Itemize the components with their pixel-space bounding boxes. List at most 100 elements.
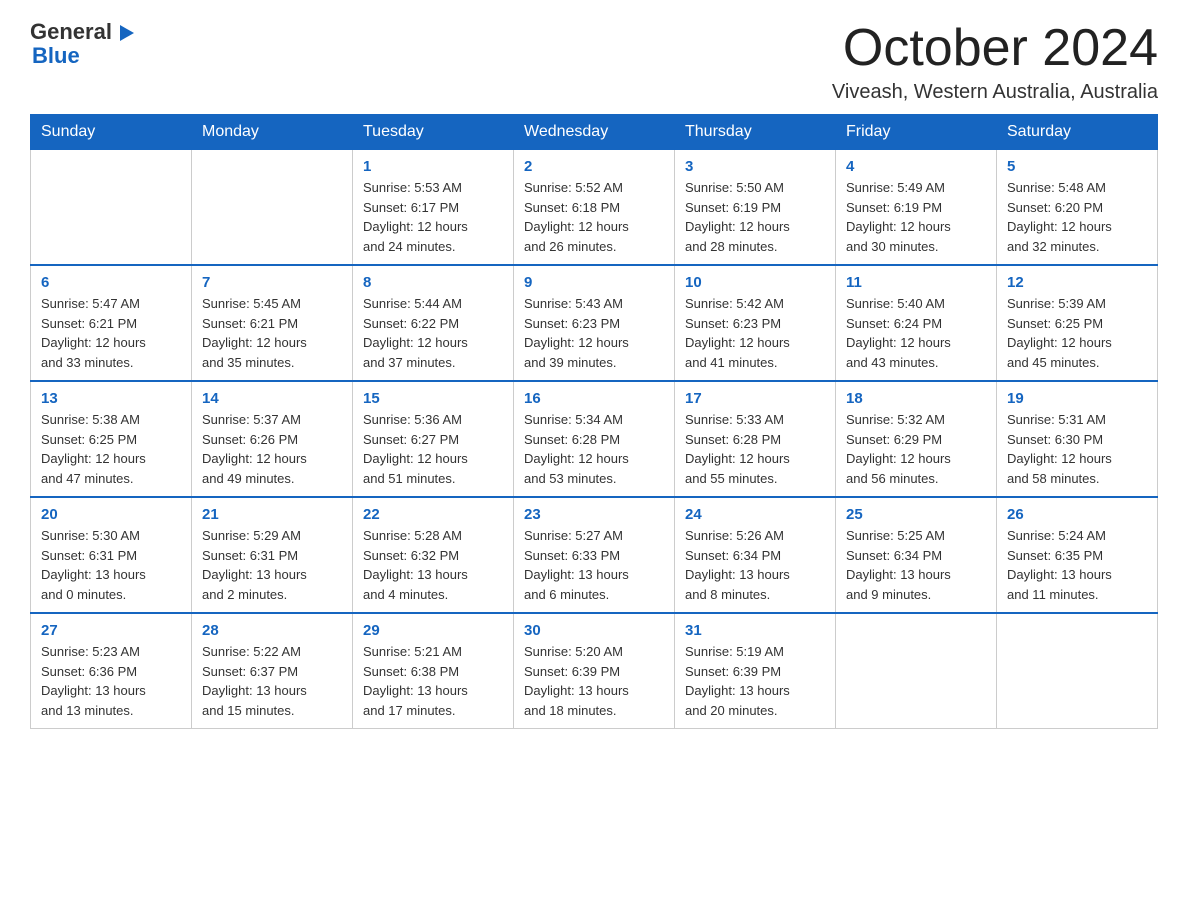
calendar-day-22: 22 Sunrise: 5:28 AMSunset: 6:32 PMDayligh… xyxy=(353,497,514,613)
page-title: October 2024 xyxy=(832,20,1158,77)
calendar-day-8: 8 Sunrise: 5:44 AMSunset: 6:22 PMDaylight… xyxy=(353,265,514,381)
calendar-day-empty xyxy=(31,150,192,266)
calendar-day-23: 23 Sunrise: 5:27 AMSunset: 6:33 PMDayligh… xyxy=(514,497,675,613)
calendar-day-11: 11 Sunrise: 5:40 AMSunset: 6:24 PMDayligh… xyxy=(836,265,997,381)
day-info: Sunrise: 5:37 AMSunset: 6:26 PMDaylight:… xyxy=(202,410,342,488)
calendar-header-row: SundayMondayTuesdayWednesdayThursdayFrid… xyxy=(31,115,1158,150)
calendar-day-18: 18 Sunrise: 5:32 AMSunset: 6:29 PMDayligh… xyxy=(836,381,997,497)
calendar-day-28: 28 Sunrise: 5:22 AMSunset: 6:37 PMDayligh… xyxy=(192,613,353,729)
logo: General Blue xyxy=(30,20,134,68)
calendar-week-row: 27 Sunrise: 5:23 AMSunset: 6:36 PMDayligh… xyxy=(31,613,1158,729)
title-block: October 2024 Viveash, Western Australia,… xyxy=(832,20,1158,104)
calendar-day-20: 20Sunrise: 5:30 AMSunset: 6:31 PMDayligh… xyxy=(31,497,192,613)
calendar-header-thursday: Thursday xyxy=(675,115,836,150)
day-number: 29 xyxy=(363,622,503,639)
day-number: 8 xyxy=(363,274,503,291)
logo-general: General xyxy=(30,20,134,44)
day-number: 18 xyxy=(846,390,986,407)
calendar-day-19: 19Sunrise: 5:31 AMSunset: 6:30 PMDayligh… xyxy=(997,381,1158,497)
day-number: 3 xyxy=(685,158,825,175)
calendar-day-empty xyxy=(997,613,1158,729)
calendar-day-30: 30 Sunrise: 5:20 AMSunset: 6:39 PMDayligh… xyxy=(514,613,675,729)
day-number: 25 xyxy=(846,506,986,523)
day-number: 7 xyxy=(202,274,342,291)
day-number: 1 xyxy=(363,158,503,175)
day-info: Sunrise: 5:38 AMSunset: 6:25 PMDaylight:… xyxy=(41,410,181,488)
calendar-day-6: 6 Sunrise: 5:47 AMSunset: 6:21 PMDaylight… xyxy=(31,265,192,381)
calendar-week-row: 13Sunrise: 5:38 AMSunset: 6:25 PMDayligh… xyxy=(31,381,1158,497)
logo-blue: Blue xyxy=(32,44,134,68)
calendar-day-15: 15 Sunrise: 5:36 AMSunset: 6:27 PMDayligh… xyxy=(353,381,514,497)
day-number: 23 xyxy=(524,506,664,523)
page-subtitle: Viveash, Western Australia, Australia xyxy=(832,81,1158,104)
day-number: 19 xyxy=(1007,390,1147,407)
day-info: Sunrise: 5:53 AMSunset: 6:17 PMDaylight:… xyxy=(363,178,503,256)
day-info: Sunrise: 5:32 AMSunset: 6:29 PMDaylight:… xyxy=(846,410,986,488)
day-info: Sunrise: 5:33 AMSunset: 6:28 PMDaylight:… xyxy=(685,410,825,488)
day-number: 2 xyxy=(524,158,664,175)
day-number: 5 xyxy=(1007,158,1147,175)
day-number: 27 xyxy=(41,622,181,639)
day-info: Sunrise: 5:34 AMSunset: 6:28 PMDaylight:… xyxy=(524,410,664,488)
day-number: 4 xyxy=(846,158,986,175)
day-info: Sunrise: 5:21 AMSunset: 6:38 PMDaylight:… xyxy=(363,642,503,720)
calendar-header-saturday: Saturday xyxy=(997,115,1158,150)
calendar-day-31: 31Sunrise: 5:19 AMSunset: 6:39 PMDayligh… xyxy=(675,613,836,729)
calendar-day-12: 12 Sunrise: 5:39 AMSunset: 6:25 PMDayligh… xyxy=(997,265,1158,381)
day-info: Sunrise: 5:25 AMSunset: 6:34 PMDaylight:… xyxy=(846,526,986,604)
calendar-header-wednesday: Wednesday xyxy=(514,115,675,150)
calendar-day-9: 9 Sunrise: 5:43 AMSunset: 6:23 PMDaylight… xyxy=(514,265,675,381)
day-number: 30 xyxy=(524,622,664,639)
calendar-day-empty xyxy=(836,613,997,729)
calendar-day-3: 3Sunrise: 5:50 AMSunset: 6:19 PMDaylight… xyxy=(675,150,836,266)
day-number: 22 xyxy=(363,506,503,523)
calendar-day-24: 24Sunrise: 5:26 AMSunset: 6:34 PMDayligh… xyxy=(675,497,836,613)
day-info: Sunrise: 5:45 AMSunset: 6:21 PMDaylight:… xyxy=(202,294,342,372)
calendar-day-5: 5Sunrise: 5:48 AMSunset: 6:20 PMDaylight… xyxy=(997,150,1158,266)
day-number: 21 xyxy=(202,506,342,523)
calendar-day-1: 1 Sunrise: 5:53 AMSunset: 6:17 PMDaylight… xyxy=(353,150,514,266)
day-info: Sunrise: 5:28 AMSunset: 6:32 PMDaylight:… xyxy=(363,526,503,604)
day-info: Sunrise: 5:49 AMSunset: 6:19 PMDaylight:… xyxy=(846,178,986,256)
calendar-table: SundayMondayTuesdayWednesdayThursdayFrid… xyxy=(30,114,1158,729)
day-info: Sunrise: 5:23 AMSunset: 6:36 PMDaylight:… xyxy=(41,642,181,720)
calendar-header-friday: Friday xyxy=(836,115,997,150)
calendar-day-16: 16Sunrise: 5:34 AMSunset: 6:28 PMDayligh… xyxy=(514,381,675,497)
day-info: Sunrise: 5:24 AMSunset: 6:35 PMDaylight:… xyxy=(1007,526,1147,604)
calendar-day-25: 25 Sunrise: 5:25 AMSunset: 6:34 PMDayligh… xyxy=(836,497,997,613)
calendar-header-sunday: Sunday xyxy=(31,115,192,150)
day-info: Sunrise: 5:39 AMSunset: 6:25 PMDaylight:… xyxy=(1007,294,1147,372)
calendar-day-10: 10Sunrise: 5:42 AMSunset: 6:23 PMDayligh… xyxy=(675,265,836,381)
calendar-day-14: 14 Sunrise: 5:37 AMSunset: 6:26 PMDayligh… xyxy=(192,381,353,497)
calendar-day-29: 29 Sunrise: 5:21 AMSunset: 6:38 PMDayligh… xyxy=(353,613,514,729)
calendar-week-row: 1 Sunrise: 5:53 AMSunset: 6:17 PMDaylight… xyxy=(31,150,1158,266)
day-number: 12 xyxy=(1007,274,1147,291)
day-info: Sunrise: 5:40 AMSunset: 6:24 PMDaylight:… xyxy=(846,294,986,372)
calendar-day-4: 4 Sunrise: 5:49 AMSunset: 6:19 PMDaylight… xyxy=(836,150,997,266)
day-info: Sunrise: 5:20 AMSunset: 6:39 PMDaylight:… xyxy=(524,642,664,720)
day-number: 14 xyxy=(202,390,342,407)
calendar-day-21: 21Sunrise: 5:29 AMSunset: 6:31 PMDayligh… xyxy=(192,497,353,613)
calendar-header-tuesday: Tuesday xyxy=(353,115,514,150)
day-info: Sunrise: 5:22 AMSunset: 6:37 PMDaylight:… xyxy=(202,642,342,720)
day-info: Sunrise: 5:43 AMSunset: 6:23 PMDaylight:… xyxy=(524,294,664,372)
day-info: Sunrise: 5:42 AMSunset: 6:23 PMDaylight:… xyxy=(685,294,825,372)
day-number: 6 xyxy=(41,274,181,291)
day-number: 15 xyxy=(363,390,503,407)
calendar-header-monday: Monday xyxy=(192,115,353,150)
calendar-day-26: 26Sunrise: 5:24 AMSunset: 6:35 PMDayligh… xyxy=(997,497,1158,613)
day-number: 28 xyxy=(202,622,342,639)
day-info: Sunrise: 5:36 AMSunset: 6:27 PMDaylight:… xyxy=(363,410,503,488)
day-number: 24 xyxy=(685,506,825,523)
calendar-week-row: 6 Sunrise: 5:47 AMSunset: 6:21 PMDaylight… xyxy=(31,265,1158,381)
calendar-week-row: 20Sunrise: 5:30 AMSunset: 6:31 PMDayligh… xyxy=(31,497,1158,613)
day-number: 31 xyxy=(685,622,825,639)
day-number: 9 xyxy=(524,274,664,291)
day-info: Sunrise: 5:47 AMSunset: 6:21 PMDaylight:… xyxy=(41,294,181,372)
day-number: 17 xyxy=(685,390,825,407)
day-info: Sunrise: 5:27 AMSunset: 6:33 PMDaylight:… xyxy=(524,526,664,604)
calendar-day-27: 27 Sunrise: 5:23 AMSunset: 6:36 PMDayligh… xyxy=(31,613,192,729)
day-info: Sunrise: 5:44 AMSunset: 6:22 PMDaylight:… xyxy=(363,294,503,372)
day-number: 11 xyxy=(846,274,986,291)
calendar-day-17: 17 Sunrise: 5:33 AMSunset: 6:28 PMDayligh… xyxy=(675,381,836,497)
